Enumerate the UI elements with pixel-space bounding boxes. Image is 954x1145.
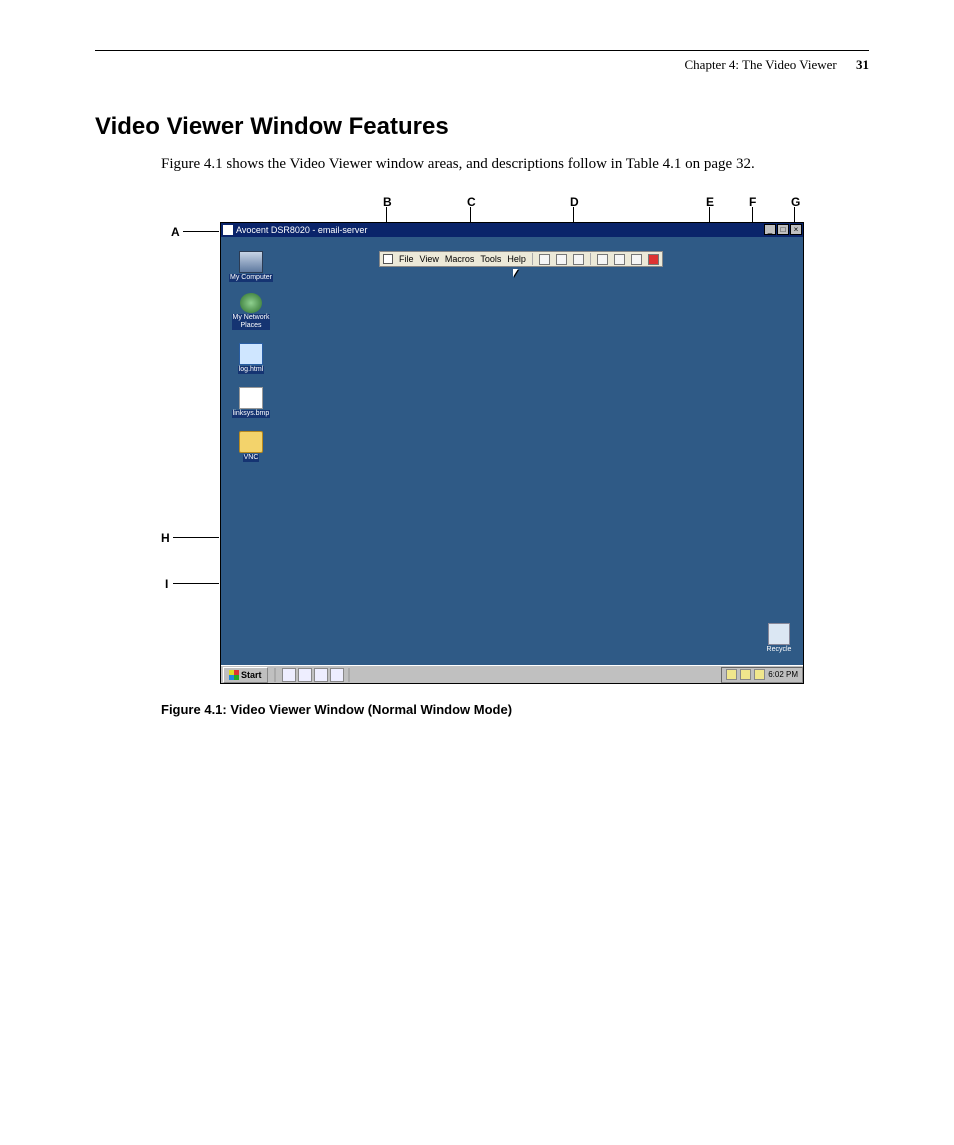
icon-label: Recycle (767, 646, 792, 653)
desktop-icon-my-network-places[interactable]: My Network Places (229, 293, 273, 330)
menu-help[interactable]: Help (507, 254, 526, 264)
document-page: Chapter 4: The Video Viewer 31 Video Vie… (95, 50, 869, 717)
leader-C (470, 207, 471, 223)
windows-logo-icon (229, 670, 239, 680)
callout-I: I (165, 577, 168, 591)
remote-desktop[interactable]: File View Macros Tools Help (221, 237, 803, 683)
leader-F (752, 207, 753, 223)
folder-icon (239, 431, 263, 453)
start-button[interactable]: Start (223, 667, 268, 683)
toolbar-btn-5[interactable] (614, 254, 625, 265)
toolbar-btn-1[interactable] (539, 254, 550, 265)
intro-paragraph: Figure 4.1 shows the Video Viewer window… (161, 156, 869, 173)
leader-G (794, 207, 795, 223)
quick-launch (282, 668, 344, 682)
header-rule (95, 50, 869, 51)
quick-launch-icon[interactable] (298, 668, 312, 682)
leader-H (173, 537, 219, 538)
callout-D: D (570, 195, 579, 209)
toolbar-btn-4[interactable] (597, 254, 608, 265)
maximize-button[interactable]: □ (777, 224, 789, 235)
title-bar[interactable]: Avocent DSR8020 - email-server _ □ × (221, 223, 803, 237)
chapter-title: Chapter 4: The Video Viewer (685, 57, 837, 72)
callout-G: G (791, 195, 800, 209)
leader-E (709, 207, 710, 223)
callout-C: C (467, 195, 476, 209)
desktop-icon-vnc[interactable]: VNC (229, 431, 273, 462)
leader-D (573, 207, 574, 223)
menu-file[interactable]: File (399, 254, 414, 264)
figure-wrapper: A B C D E F G H I Avocent DSR8020 - emai… (161, 195, 869, 690)
callout-B: B (383, 195, 392, 209)
tray-icon[interactable] (740, 669, 751, 680)
close-button[interactable]: × (790, 224, 802, 235)
minimize-button[interactable]: _ (764, 224, 776, 235)
desktop-icon-recycle-bin[interactable]: Recycle (759, 623, 799, 653)
tray-icon[interactable] (754, 669, 765, 680)
leader-A (183, 231, 219, 232)
thumbtack-icon[interactable] (383, 254, 393, 264)
toolbar-btn-3[interactable] (573, 254, 584, 265)
running-header: Chapter 4: The Video Viewer 31 (95, 57, 869, 73)
system-tray[interactable]: 6:02 PM (721, 667, 803, 683)
callout-E: E (706, 195, 714, 209)
viewer-toolbar[interactable]: File View Macros Tools Help (379, 251, 663, 267)
figure-caption: Figure 4.1: Video Viewer Window (Normal … (161, 702, 869, 717)
desktop-icon-linksys-bmp[interactable]: linksys.bmp (229, 387, 273, 418)
callout-H: H (161, 531, 170, 545)
icon-label: My Network Places (232, 314, 271, 330)
menu-tools[interactable]: Tools (480, 254, 501, 264)
window-title: Avocent DSR8020 - email-server (236, 225, 367, 235)
computer-icon (239, 251, 263, 273)
taskbar[interactable]: Start 6:02 PM (221, 665, 803, 683)
toolbar-separator (590, 253, 591, 265)
leader-I (173, 583, 219, 584)
icon-label: VNC (243, 454, 260, 462)
quick-launch-icon[interactable] (330, 668, 344, 682)
mouse-cursor-icon (513, 269, 518, 277)
taskbar-separator (348, 668, 350, 682)
page-number: 31 (856, 57, 869, 72)
video-viewer-window: Avocent DSR8020 - email-server _ □ × Fil… (221, 223, 803, 683)
tray-icon[interactable] (726, 669, 737, 680)
app-icon (223, 225, 233, 235)
section-heading: Video Viewer Window Features (95, 113, 869, 141)
window-buttons: _ □ × (764, 224, 802, 235)
quick-launch-icon[interactable] (282, 668, 296, 682)
desktop-icon-log-html[interactable]: log.html (229, 343, 273, 374)
quick-launch-icon[interactable] (314, 668, 328, 682)
callout-A: A (171, 225, 180, 239)
toolbar-separator (532, 253, 533, 265)
desktop-icon-my-computer[interactable]: My Computer (229, 251, 273, 282)
menu-view[interactable]: View (420, 254, 439, 264)
network-icon (240, 293, 262, 313)
toolbar-btn-2[interactable] (556, 254, 567, 265)
start-label: Start (241, 670, 262, 680)
toolbar-btn-6[interactable] (631, 254, 642, 265)
recycle-bin-icon (768, 623, 790, 645)
toolbar-btn-7[interactable] (648, 254, 659, 265)
clock: 6:02 PM (768, 670, 798, 679)
bitmap-icon (239, 387, 263, 409)
taskbar-separator (274, 668, 276, 682)
icon-label: My Computer (229, 274, 273, 282)
menu-macros[interactable]: Macros (445, 254, 475, 264)
html-icon (239, 343, 263, 365)
icon-label: linksys.bmp (232, 410, 271, 418)
icon-label: log.html (238, 366, 265, 374)
